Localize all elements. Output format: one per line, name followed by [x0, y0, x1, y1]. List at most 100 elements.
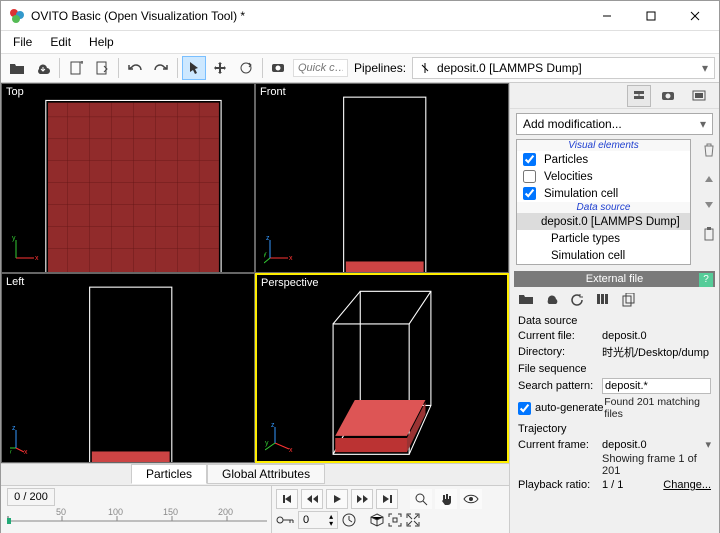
- section-data-source: Data source: [517, 202, 690, 213]
- viewport-grid: Top xy Front xzy: [1, 83, 509, 463]
- render-icon[interactable]: [267, 56, 291, 80]
- timeline-ruler[interactable]: 50 100 150 200: [7, 508, 267, 528]
- change-button[interactable]: Change...: [663, 479, 711, 491]
- move-tool-icon[interactable]: [208, 56, 232, 80]
- cloud-icon[interactable]: [544, 293, 562, 309]
- tree-item-velocities[interactable]: Velocities: [517, 168, 690, 185]
- svg-text:x: x: [35, 255, 39, 262]
- checkbox[interactable]: [523, 153, 536, 166]
- pan-icon[interactable]: [435, 489, 457, 509]
- right-panel: Add modification... ▾ Visual elements Pa…: [509, 83, 719, 533]
- checkbox[interactable]: [523, 187, 536, 200]
- add-modification-dropdown[interactable]: Add modification... ▾: [516, 113, 713, 135]
- save-file-icon[interactable]: [90, 56, 114, 80]
- tree-item-datasource[interactable]: deposit.0 [LAMMPS Dump]: [517, 213, 690, 230]
- tab-particles[interactable]: Particles: [131, 464, 207, 484]
- pipeline-tree: Visual elements Particles Velocities Sim…: [516, 139, 691, 265]
- tree-item-particles[interactable]: Particles: [517, 151, 690, 168]
- current-frame-value: deposit.0: [602, 439, 705, 451]
- viewport-left[interactable]: Left yzx: [1, 273, 255, 463]
- search-pattern-input[interactable]: [602, 378, 711, 394]
- view-icon[interactable]: [460, 489, 482, 509]
- menubar: File Edit Help: [1, 31, 719, 53]
- fast-forward-icon[interactable]: [351, 489, 373, 509]
- render-tab-icon[interactable]: [657, 85, 681, 107]
- current-file-value: deposit.0: [602, 330, 711, 342]
- keyframe-input[interactable]: 0▴▾: [298, 511, 338, 529]
- redo-icon[interactable]: [149, 56, 173, 80]
- app-logo-icon: [9, 8, 25, 24]
- open-icon[interactable]: [518, 293, 536, 309]
- panel-external-file: External file ?: [514, 271, 715, 287]
- maximize-button[interactable]: [629, 2, 673, 30]
- skip-start-icon[interactable]: [276, 489, 298, 509]
- group-data-source: Data source: [518, 313, 711, 329]
- showing-frame-text: Showing frame 1 of 201: [602, 453, 711, 477]
- rewind-icon[interactable]: [301, 489, 323, 509]
- clipboard-icon[interactable]: [703, 227, 715, 241]
- viewport-perspective[interactable]: Perspective xzy: [255, 273, 509, 463]
- tab-global-attributes[interactable]: Global Attributes: [207, 464, 325, 484]
- main-toolbar: Pipelines: deposit.0 [LAMMPS Dump] ▾: [1, 53, 719, 83]
- found-files-text: Found 201 matching files: [604, 396, 711, 420]
- chevron-down-icon: ▾: [702, 61, 708, 75]
- help-icon[interactable]: ?: [699, 273, 713, 287]
- clock-icon[interactable]: [342, 513, 356, 527]
- fullscreen-icon[interactable]: [406, 513, 420, 527]
- pipelines-label: Pipelines:: [350, 61, 410, 75]
- refresh-icon[interactable]: [570, 293, 588, 309]
- columns-icon[interactable]: [596, 293, 614, 309]
- checkbox[interactable]: [523, 170, 536, 183]
- pipeline-selector[interactable]: deposit.0 [LAMMPS Dump] ▾: [412, 57, 715, 79]
- svg-text:150: 150: [163, 508, 178, 517]
- viewport-label: Left: [6, 276, 24, 288]
- svg-text:x: x: [289, 255, 293, 262]
- minimize-button[interactable]: [585, 2, 629, 30]
- tree-item-simcell[interactable]: Simulation cell: [517, 185, 690, 202]
- chevron-down-icon[interactable]: ▾: [705, 438, 711, 451]
- svg-text:x: x: [289, 447, 293, 453]
- new-file-icon[interactable]: [64, 56, 88, 80]
- cube-icon[interactable]: [370, 513, 384, 527]
- open-file-icon[interactable]: [5, 56, 29, 80]
- rotate-tool-icon[interactable]: [234, 56, 258, 80]
- overlay-tab-icon[interactable]: [687, 85, 711, 107]
- svg-text:y: y: [10, 449, 12, 454]
- undo-icon[interactable]: [123, 56, 147, 80]
- fit-view-icon[interactable]: [388, 513, 402, 527]
- select-tool-icon[interactable]: [182, 56, 206, 80]
- svg-text:100: 100: [108, 508, 123, 517]
- svg-text:z: z: [271, 423, 275, 429]
- menu-help[interactable]: Help: [81, 33, 122, 51]
- skip-end-icon[interactable]: [376, 489, 398, 509]
- menu-edit[interactable]: Edit: [42, 33, 79, 51]
- key-icon: [276, 515, 294, 525]
- svg-text:z: z: [266, 235, 270, 242]
- group-file-sequence: File sequence: [518, 361, 711, 377]
- chevron-down-icon: ▾: [700, 117, 706, 131]
- viewport-top[interactable]: Top xy: [1, 83, 255, 273]
- tree-item-simcell-ds[interactable]: Simulation cell: [517, 247, 690, 264]
- quick-command-input[interactable]: [293, 59, 348, 77]
- play-icon[interactable]: [326, 489, 348, 509]
- move-down-icon[interactable]: [704, 201, 714, 209]
- group-trajectory: Trajectory: [518, 421, 711, 437]
- close-button[interactable]: [673, 2, 717, 30]
- move-up-icon[interactable]: [704, 175, 714, 183]
- svg-text:x: x: [24, 449, 28, 454]
- delete-icon[interactable]: [703, 143, 715, 157]
- tree-item-particle-types[interactable]: Particle types: [517, 230, 690, 247]
- copy-icon[interactable]: [622, 293, 640, 309]
- pipeline-tab-icon[interactable]: [627, 85, 651, 107]
- playback-ratio-value: 1 / 1: [602, 479, 663, 491]
- section-visual-elements: Visual elements: [517, 140, 690, 151]
- zoom-icon[interactable]: [410, 489, 432, 509]
- axis-gizmo-icon: xy: [10, 234, 40, 264]
- menu-file[interactable]: File: [5, 33, 40, 51]
- download-cloud-icon[interactable]: [31, 56, 55, 80]
- svg-text:y: y: [12, 235, 16, 242]
- axis-gizmo-icon: xzy: [264, 234, 294, 264]
- svg-text:50: 50: [56, 508, 66, 517]
- auto-generate-checkbox[interactable]: [518, 402, 531, 415]
- viewport-front[interactable]: Front xzy: [255, 83, 509, 273]
